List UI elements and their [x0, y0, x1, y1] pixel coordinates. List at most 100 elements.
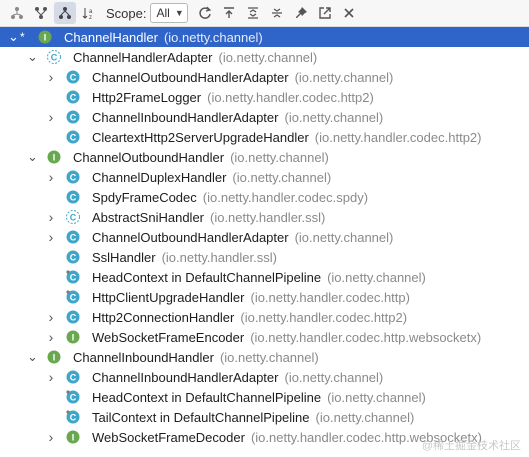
class-icon: C — [66, 70, 80, 84]
interface-icon: I — [47, 350, 61, 364]
svg-text:C: C — [70, 373, 77, 383]
tree-row[interactable]: › C ChannelOutboundHandlerAdapter (io.netty… — [0, 227, 529, 247]
package-name: (io.netty.channel) — [219, 349, 319, 365]
chevron-down-icon[interactable]: ⌄ — [27, 350, 38, 363]
svg-text:C: C — [70, 293, 77, 303]
package-name: (io.netty.channel) — [327, 389, 426, 405]
chevron-right-icon[interactable]: › — [46, 430, 56, 444]
package-name: (io.netty.channel) — [163, 29, 263, 45]
abstract-class-icon: C — [47, 50, 61, 64]
tree-row[interactable]: › C ChannelOutboundHandlerAdapter (io.netty… — [0, 67, 529, 87]
close-icon — [344, 8, 354, 18]
tree-row[interactable]: › C ChannelDuplexHandler (io.netty.channel) — [0, 167, 529, 187]
tree-row[interactable]: › C Http2ConnectionHandler (io.netty.handle… — [0, 307, 529, 327]
tree-row[interactable]: › C AbstractSniHandler (io.netty.handler.ss… — [0, 207, 529, 227]
class-icon: C — [66, 190, 80, 204]
chevron-right-icon[interactable]: › — [46, 330, 56, 344]
package-name: (io.netty.channel) — [232, 169, 332, 185]
tree-row[interactable]: ⌄ I ChannelInboundHandler (io.netty.channel… — [0, 347, 529, 367]
chevron-right-icon[interactable]: › — [46, 230, 56, 244]
expand-all-icon — [247, 7, 258, 19]
tree-row[interactable]: C CleartextHttp2ServerUpgradeHandler (io.n… — [0, 127, 529, 147]
scope-value: All — [156, 6, 170, 20]
class-name: TailContext in DefaultChannelPipeline — [92, 409, 310, 425]
subtypes-hierarchy-icon — [35, 7, 47, 19]
collapse-all-button[interactable] — [266, 2, 288, 24]
supertypes-hierarchy-button[interactable] — [6, 2, 28, 24]
tree-row[interactable]: C HeadContext in DefaultChannelPipeline (i… — [0, 387, 529, 407]
watermark: @稀土掘金技术社区 — [421, 440, 521, 452]
open-in-window-button[interactable] — [314, 2, 336, 24]
chevron-right-icon[interactable]: › — [46, 370, 56, 384]
svg-text:C: C — [70, 113, 77, 123]
tree-row[interactable]: ⌄ C ChannelHandlerAdapter (io.netty.channel… — [0, 47, 529, 67]
class-name: HeadContext in DefaultChannelPipeline — [92, 269, 322, 285]
package-name: (io.netty.handler.codec.http2) — [207, 89, 374, 105]
pin-button[interactable] — [290, 2, 312, 24]
package-name: (io.netty.channel) — [284, 109, 384, 125]
svg-text:I: I — [53, 353, 56, 363]
svg-text:C: C — [51, 53, 58, 63]
type-hierarchy-tree: ⌄ * I ChannelHandler (io.netty.channel) ⌄ C Cha… — [0, 27, 529, 447]
package-name: (io.netty.channel) — [294, 229, 394, 245]
tree-row[interactable]: › C ChannelInboundHandlerAdapter (io.netty.… — [0, 107, 529, 127]
chevron-down-icon[interactable]: ⌄ — [8, 30, 19, 43]
hierarchy-toolbar: az Scope: All ▼ — [0, 0, 529, 27]
class-icon: C — [66, 230, 80, 244]
final-class-icon: C — [66, 270, 80, 284]
class-name: ChannelOutboundHandlerAdapter — [92, 229, 289, 245]
scope-label: Scope: — [106, 5, 147, 21]
close-button[interactable] — [338, 2, 360, 24]
tree-row[interactable]: ⌄ * I ChannelHandler (io.netty.channel) — [0, 27, 529, 47]
svg-text:C: C — [70, 273, 77, 283]
tree-row[interactable]: C TailContext in DefaultChannelPipeline (i… — [0, 407, 529, 427]
abstract-class-icon: C — [66, 210, 80, 224]
tree-row[interactable]: C SpdyFrameCodec (io.netty.handler.codec.s… — [0, 187, 529, 207]
class-name: WebSocketFrameDecoder — [92, 429, 245, 445]
interface-icon: I — [66, 430, 80, 444]
open-in-window-icon — [319, 7, 331, 19]
class-hierarchy-icon — [59, 7, 71, 19]
tree-row[interactable]: C HeadContext in DefaultChannelPipeline (i… — [0, 267, 529, 287]
class-icon: C — [66, 110, 80, 124]
chevron-down-icon[interactable]: ⌄ — [27, 150, 38, 163]
tree-row[interactable]: › I WebSocketFrameEncoder (io.netty.handler… — [0, 327, 529, 347]
package-name: (io.netty.handler.codec.http.websocketx) — [250, 329, 482, 345]
subtypes-hierarchy-button[interactable] — [30, 2, 52, 24]
refresh-button[interactable] — [194, 2, 216, 24]
scope-dropdown[interactable]: All ▼ — [150, 3, 188, 23]
tree-row[interactable]: C HttpClientUpgradeHandler (io.netty.handl… — [0, 287, 529, 307]
sort-alphabetically-icon: az — [82, 8, 93, 20]
chevron-right-icon[interactable]: › — [46, 70, 56, 84]
chevron-right-icon[interactable]: › — [46, 210, 56, 224]
star-icon: * — [20, 30, 25, 44]
chevron-down-icon[interactable]: ⌄ — [27, 50, 38, 63]
supertypes-hierarchy-icon — [11, 7, 23, 19]
package-name: (io.netty.handler.ssl) — [210, 209, 326, 225]
tree-row[interactable]: ⌄ I ChannelOutboundHandler (io.netty.channe… — [0, 147, 529, 167]
tree-row[interactable]: C Http2FrameLogger (io.netty.handler.codec… — [0, 87, 529, 107]
chevron-right-icon[interactable]: › — [46, 310, 56, 324]
package-name: (io.netty.handler.codec.spdy) — [202, 189, 369, 205]
package-name: (io.netty.handler.codec.http) — [250, 289, 410, 305]
tree-row[interactable]: C SslHandler (io.netty.handler.ssl) — [0, 247, 529, 267]
collapse-all-icon — [271, 8, 282, 18]
export-icon — [223, 7, 234, 18]
class-name: ChannelOutboundHandlerAdapter — [92, 69, 289, 85]
interface-icon: I — [38, 30, 52, 44]
export-button[interactable] — [218, 2, 240, 24]
svg-text:C: C — [70, 413, 77, 423]
class-hierarchy-button[interactable] — [54, 2, 76, 24]
final-class-icon: C — [66, 290, 80, 304]
sort-alphabetically-button[interactable]: az — [78, 2, 100, 24]
chevron-right-icon[interactable]: › — [46, 110, 56, 124]
class-name: ChannelInboundHandlerAdapter — [92, 109, 279, 125]
package-name: (io.netty.handler.codec.http2) — [314, 129, 482, 145]
tree-row[interactable]: › C ChannelInboundHandlerAdapter (io.netty.… — [0, 367, 529, 387]
svg-text:C: C — [70, 133, 77, 143]
expand-all-button[interactable] — [242, 2, 264, 24]
package-name: (io.netty.channel) — [294, 69, 394, 85]
chevron-right-icon[interactable]: › — [46, 170, 56, 184]
class-name: SpdyFrameCodec — [92, 189, 197, 205]
class-icon: C — [66, 250, 80, 264]
